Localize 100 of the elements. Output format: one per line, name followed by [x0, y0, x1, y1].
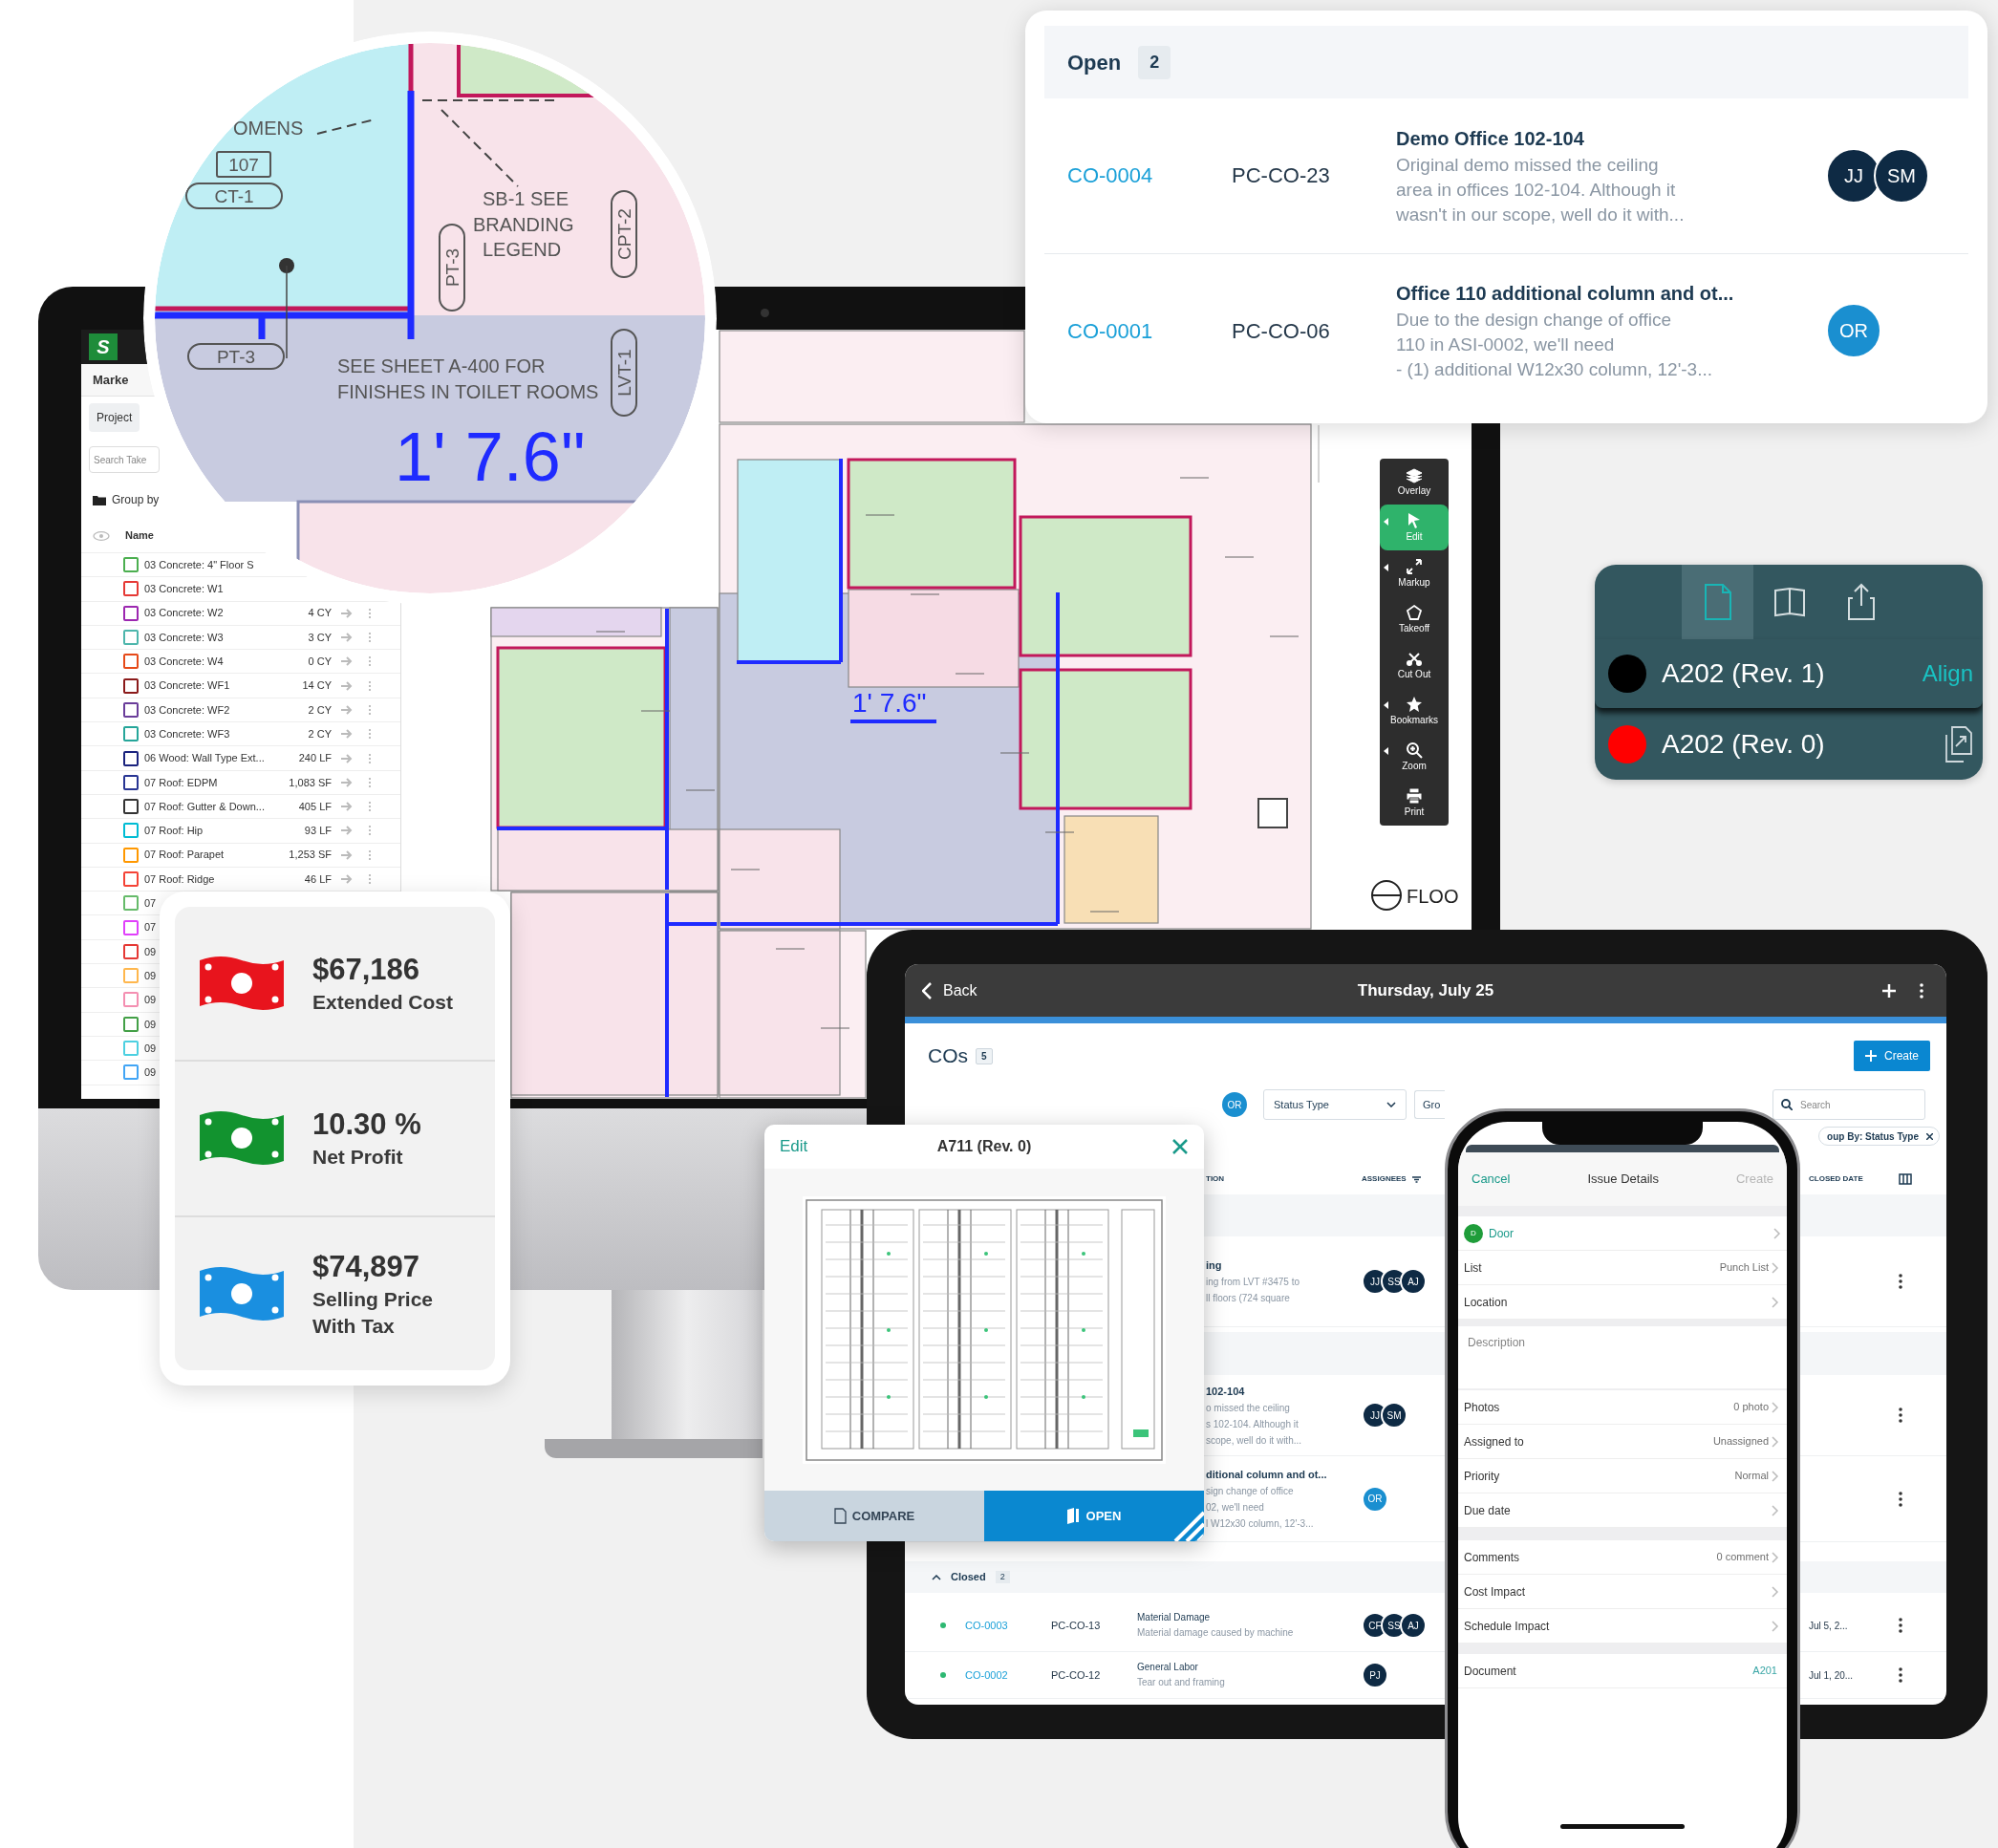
description-line: scope, well do it with... — [1206, 1433, 1303, 1448]
back-button[interactable]: Back — [922, 978, 978, 1002]
avatar: OR — [1362, 1485, 1388, 1513]
sheet-row[interactable]: A202 (Rev. 0) — [1595, 710, 1983, 779]
layer-name[interactable]: 07 — [144, 895, 157, 912]
close-button[interactable] — [1171, 1138, 1189, 1155]
layer-name[interactable]: 07 Roof: Parapet — [144, 847, 225, 863]
group-dropdown[interactable]: Gro — [1414, 1090, 1445, 1119]
layer-name[interactable]: 03 Concrete: WF2 — [144, 701, 230, 719]
detail-row[interactable]: Document A201 — [1458, 1654, 1787, 1688]
detail-row[interactable]: Priority Normal — [1458, 1459, 1787, 1493]
zoom-icon — [1406, 741, 1423, 759]
open-button[interactable]: OPEN — [984, 1491, 1204, 1541]
plan-note: OMENS — [233, 118, 304, 139]
description-line: ing from LVT #3475 to — [1206, 1276, 1301, 1289]
chevron-right-icon — [1772, 1401, 1779, 1413]
field-label: Location — [1464, 1294, 1508, 1311]
quantity-value: 14 CY — [302, 678, 332, 694]
avatar: OR — [1826, 303, 1881, 359]
arrow-right-icon — [341, 777, 354, 787]
more-icon — [368, 873, 372, 885]
pentagon-icon — [1406, 603, 1423, 621]
layer-name[interactable]: 07 Roof: Hip — [144, 823, 204, 839]
change-order-title: 102-104 — [1206, 1384, 1246, 1399]
description-line: l W12x30 column, 12'-3... — [1206, 1517, 1315, 1531]
create-button[interactable]: Create — [1853, 1041, 1930, 1071]
layer-name[interactable]: 09 — [144, 1064, 157, 1081]
column-header: ASSIGNEES — [1362, 1173, 1407, 1185]
layer-name[interactable]: 06 Wood: Wall Type Ext... — [144, 750, 265, 766]
layer-name[interactable]: 03 Concrete: WF3 — [144, 725, 230, 742]
toolbar-button[interactable]: Takeoff — [1380, 596, 1449, 642]
search-field[interactable]: Search — [1772, 1089, 1925, 1120]
status-dropdown[interactable]: Status Type — [1263, 1089, 1407, 1120]
chevron-down-icon — [1386, 1102, 1396, 1107]
toolbar-button[interactable]: Cut Out — [1380, 642, 1449, 688]
layer-name[interactable]: 09 — [144, 1016, 157, 1033]
issue-type-row[interactable]: D Door — [1458, 1216, 1787, 1251]
quantity-value: 46 LF — [304, 871, 332, 887]
description-line: wasn't in our scope, well do it with... — [1396, 203, 1686, 226]
printer-icon — [1406, 786, 1423, 805]
layer-name[interactable]: 03 Concrete: W3 — [144, 629, 224, 646]
plan-note: SB-1 SEE — [483, 188, 569, 209]
layer-name[interactable]: 09 — [144, 967, 157, 984]
detail-row[interactable]: Cost Impact — [1458, 1575, 1787, 1609]
layer-name[interactable]: 03 Concrete: WF1 — [144, 677, 230, 694]
project-tab[interactable]: Project — [89, 403, 140, 432]
layer-name[interactable]: 07 Roof: EDPM — [144, 774, 218, 791]
description-line: ll floors (724 square — [1206, 1292, 1291, 1305]
plus-icon — [1881, 982, 1897, 999]
detail-row[interactable]: Assigned to Unassigned — [1458, 1425, 1787, 1459]
layer-name[interactable]: 09 — [144, 992, 157, 1008]
more-icon — [368, 632, 372, 644]
group-title: Closed — [951, 1570, 986, 1585]
layer-name[interactable]: 07 — [144, 919, 157, 935]
metric-value: 10.30 % — [312, 1107, 422, 1144]
quantity-value: 1,083 SF — [289, 775, 332, 790]
plan-tag: 107 — [216, 151, 271, 178]
count-badge: 2 — [995, 1570, 1010, 1584]
group-by-label[interactable]: Group by — [112, 491, 160, 508]
plan-tag: PT-3 — [187, 343, 285, 370]
toolbar-button[interactable]: Overlay — [1380, 459, 1449, 505]
description-line: 110 in ASI-0002, we'll need — [1396, 333, 1616, 357]
more-icon — [368, 607, 372, 619]
count-badge: 5 — [976, 1047, 993, 1064]
sheet-row[interactable]: A202 (Rev. 1) Align — [1595, 639, 1983, 708]
quantity-value: 240 LF — [298, 751, 332, 766]
dialog-title: A711 (Rev. 0) — [936, 1137, 1032, 1156]
toolbar-button[interactable]: Bookmarks — [1380, 688, 1449, 734]
column-header: TION — [1206, 1173, 1226, 1185]
group-title: Open — [1067, 49, 1122, 76]
layer-name[interactable]: 03 Concrete: W4 — [144, 654, 224, 670]
more-icon — [368, 801, 372, 813]
toolbar-button[interactable]: Zoom — [1380, 734, 1449, 780]
compare-button[interactable]: COMPARE — [764, 1491, 984, 1541]
menu-label[interactable]: Marke — [93, 370, 129, 390]
folder-icon — [93, 494, 106, 505]
toolbar-button[interactable]: Print — [1380, 780, 1449, 826]
layer-name[interactable]: 03 Concrete: W2 — [144, 605, 224, 621]
field-label: Photos — [1464, 1399, 1500, 1416]
chevron-right-icon — [1772, 1296, 1779, 1308]
field-label: Priority — [1464, 1468, 1500, 1485]
chevron-right-icon — [1772, 1504, 1779, 1516]
detail-row[interactable]: Photos 0 photo — [1458, 1390, 1787, 1425]
toolbar-button[interactable]: Markup — [1380, 550, 1449, 596]
quantity-value: 4 CY — [308, 606, 332, 621]
more-icon — [1899, 1618, 1902, 1633]
field-label: Document — [1464, 1663, 1516, 1680]
metric-value: $67,186 — [312, 952, 421, 989]
align-link[interactable]: Align — [1922, 656, 1973, 691]
plan-note: LEGEND — [483, 239, 562, 260]
chevron-right-icon — [1773, 1227, 1781, 1239]
layer-name[interactable]: 07 Roof: Ridge — [144, 870, 215, 888]
type-badge: D — [1464, 1223, 1483, 1243]
avatar[interactable]: OR — [1222, 1092, 1247, 1117]
quantity-value: 2 CY — [308, 702, 332, 718]
detail-row[interactable]: List Punch List — [1458, 1251, 1787, 1285]
layer-name[interactable]: 07 Roof: Gutter & Down... — [144, 798, 265, 815]
layer-name[interactable]: 09 — [144, 943, 157, 960]
layer-name[interactable]: 09 — [144, 1040, 157, 1057]
detail-row[interactable]: Comments 0 comment — [1458, 1540, 1787, 1575]
